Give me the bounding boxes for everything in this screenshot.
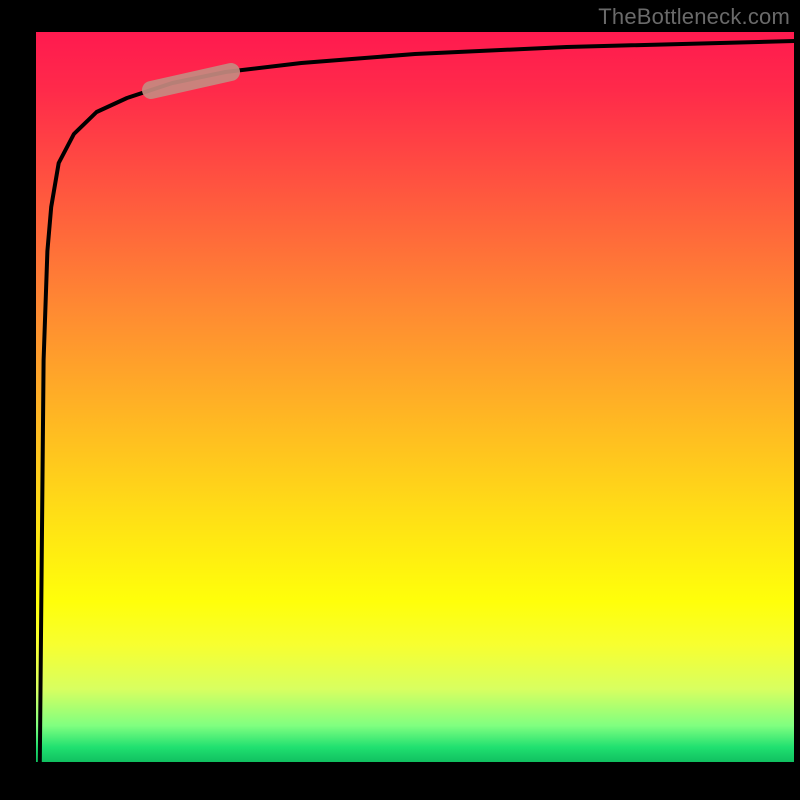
- attribution-text: TheBottleneck.com: [598, 4, 790, 30]
- chart-svg: [36, 32, 794, 762]
- plot-area: [36, 32, 794, 762]
- bottleneck-curve: [40, 41, 794, 762]
- curve-marker: [151, 72, 231, 90]
